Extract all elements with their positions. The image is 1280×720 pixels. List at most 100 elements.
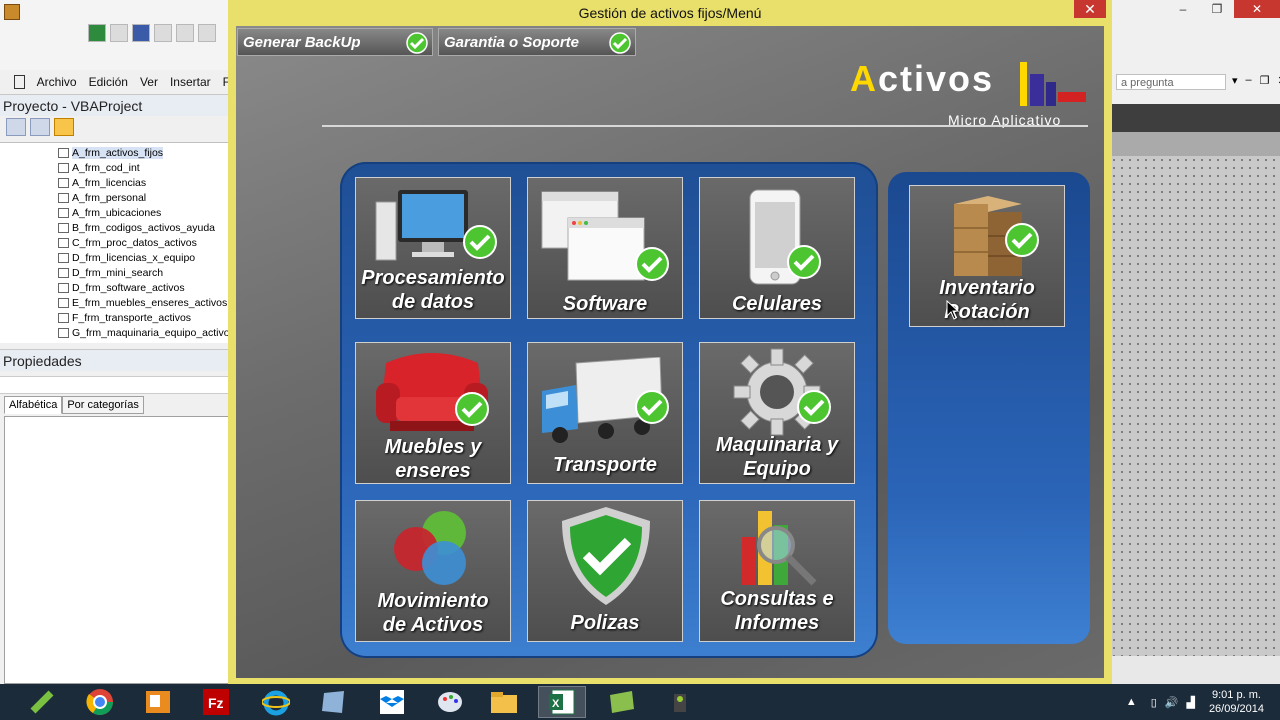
tile-procesamiento-datos[interactable]: Procesamiento de datos: [355, 177, 511, 319]
network-icon[interactable]: ▟: [1186, 696, 1194, 709]
tree-item-label: D_frm_licencias_x_equipo: [72, 251, 196, 264]
check-icon: [635, 390, 669, 424]
form-icon: [58, 267, 69, 278]
filezilla-icon[interactable]: Fz: [192, 686, 240, 718]
tree-item[interactable]: A_frm_cod_int: [58, 160, 140, 175]
designer-scroll-strip[interactable]: [1110, 656, 1280, 684]
view-code-icon[interactable]: [6, 118, 26, 136]
book-icon[interactable]: [598, 686, 646, 718]
excel-taskbar-icon[interactable]: X: [538, 686, 586, 718]
view-object-icon[interactable]: [30, 118, 50, 136]
tab-alfabetica[interactable]: Alfabética: [4, 396, 63, 414]
internet-explorer-icon[interactable]: [252, 686, 300, 718]
tree-item-label: G_frm_maquinaria_equipo_activos: [72, 326, 230, 339]
properties-object-select[interactable]: [0, 376, 230, 394]
menu-ver[interactable]: Ver: [140, 75, 158, 89]
tile-software[interactable]: Software: [527, 177, 683, 319]
tree-item[interactable]: D_frm_mini_search: [58, 265, 163, 280]
minimize-icon[interactable]: –: [1246, 74, 1252, 87]
check-icon: [609, 32, 631, 54]
tile-muebles-enseres[interactable]: Muebles y enseres: [355, 342, 511, 484]
check-icon: [787, 245, 821, 279]
tile-transporte[interactable]: Transporte: [527, 342, 683, 484]
tree-item-label: D_frm_mini_search: [72, 266, 164, 279]
tile-consultas-informes[interactable]: Consultas e Informes: [699, 500, 855, 642]
ask-question-input[interactable]: a pregunta: [1116, 74, 1226, 90]
tray-arrow-icon[interactable]: ▲: [1126, 696, 1137, 708]
properties-tabs: Alfabética Por categorías: [4, 396, 144, 414]
tree-item[interactable]: F_frm_transporte_activos: [58, 310, 191, 325]
tree-item[interactable]: A_frm_licencias: [58, 175, 146, 190]
tree-item[interactable]: B_frm_codigos_activos_ayuda: [58, 220, 215, 235]
menu-edicion[interactable]: Edición: [89, 75, 128, 89]
menu-archivo[interactable]: Archivo: [37, 75, 77, 89]
tree-item[interactable]: A_frm_ubicaciones: [58, 205, 161, 220]
check-icon: [463, 225, 497, 259]
shield-check-icon: [562, 507, 650, 605]
generar-backup-button[interactable]: Generar BackUp: [237, 28, 433, 56]
properties-grid[interactable]: [4, 416, 230, 684]
paste-icon[interactable]: [198, 24, 216, 42]
tree-item[interactable]: D_frm_licencias_x_equipo: [58, 250, 195, 265]
paint-icon[interactable]: [426, 686, 474, 718]
logo-bars-icon: [1020, 62, 1086, 106]
clock-time: 9:01 p. m.: [1212, 689, 1261, 701]
dropdown-icon[interactable]: ▾: [1232, 74, 1238, 87]
dropbox-icon[interactable]: [368, 686, 416, 718]
menu-insertar[interactable]: Insertar: [170, 75, 211, 89]
android-icon[interactable]: [18, 686, 66, 718]
vba-window-controls: – ❐ ✕: [1166, 0, 1280, 18]
chrome-icon[interactable]: [76, 686, 124, 718]
garantia-soporte-button[interactable]: Garantia o Soporte: [438, 28, 636, 56]
form-icon: [58, 327, 69, 338]
form-icon: [58, 222, 69, 233]
form-icon: [58, 237, 69, 248]
tile-movimiento-activos[interactable]: Movimiento de Activos: [355, 500, 511, 642]
cut-icon[interactable]: [154, 24, 172, 42]
close-button[interactable]: ✕: [1234, 0, 1280, 18]
form-icon: [58, 252, 69, 263]
header-divider: [322, 125, 1088, 127]
project-tree: A_frm_activos_fijos A_frm_cod_int A_frm_li…: [0, 142, 230, 343]
check-icon: [455, 392, 489, 426]
chart-magnifier-icon: [742, 511, 817, 586]
menu-grid-icon[interactable]: [14, 75, 25, 89]
dialog-title: Gestión de activos fijos/Menú: [578, 5, 762, 21]
save-icon[interactable]: [132, 24, 150, 42]
battery-icon[interactable]: ▯: [1151, 696, 1157, 709]
check-icon: [1005, 223, 1039, 257]
tab-por-categorias[interactable]: Por categorías: [62, 396, 144, 414]
tile-polizas[interactable]: Polizas: [527, 500, 683, 642]
file-viewer-icon[interactable]: [310, 686, 358, 718]
form-icon: [58, 177, 69, 188]
tree-item-label: A_frm_personal: [72, 191, 147, 204]
dialog-client: Generar BackUp Garantia o Soporte Activo…: [236, 26, 1104, 678]
tree-item[interactable]: D_frm_software_activos: [58, 280, 185, 295]
form-icon: [58, 207, 69, 218]
tree-item[interactable]: A_frm_personal: [58, 190, 146, 205]
svg-text:X: X: [552, 698, 560, 710]
outlook-icon[interactable]: [134, 686, 182, 718]
excel-icon[interactable]: [88, 24, 106, 42]
volume-icon[interactable]: 🔊: [1165, 696, 1179, 709]
tile-celulares[interactable]: Celulares: [699, 177, 855, 319]
minimize-button[interactable]: –: [1166, 0, 1200, 18]
insert-form-icon[interactable]: [110, 24, 128, 42]
form-designer-grid[interactable]: [1110, 156, 1280, 656]
tree-item[interactable]: A_frm_activos_fijos: [58, 145, 164, 160]
copy-icon[interactable]: [176, 24, 194, 42]
file-explorer-icon[interactable]: [480, 686, 528, 718]
toggle-folders-icon[interactable]: [54, 118, 74, 136]
tree-item[interactable]: E_frm_muebles_enseres_activos: [58, 295, 227, 310]
restore-button[interactable]: ❐: [1200, 0, 1234, 18]
tile-maquinaria-equipo[interactable]: Maquinaria y Equipo: [699, 342, 855, 484]
form-icon: [58, 282, 69, 293]
tree-item[interactable]: G_frm_maquinaria_equipo_activos: [58, 325, 230, 340]
garantia-soporte-label: Garantia o Soporte: [444, 34, 580, 51]
camtasia-icon[interactable]: [656, 686, 704, 718]
tree-item[interactable]: C_frm_proc_datos_activos: [58, 235, 197, 250]
clock[interactable]: 9:01 p. m. 26/09/2014: [1209, 688, 1264, 716]
dialog-close-button[interactable]: ✕: [1074, 0, 1106, 18]
restore-icon[interactable]: ❐: [1260, 74, 1270, 87]
tile-inventario-rotacion[interactable]: Inventario Rotación: [909, 185, 1065, 327]
